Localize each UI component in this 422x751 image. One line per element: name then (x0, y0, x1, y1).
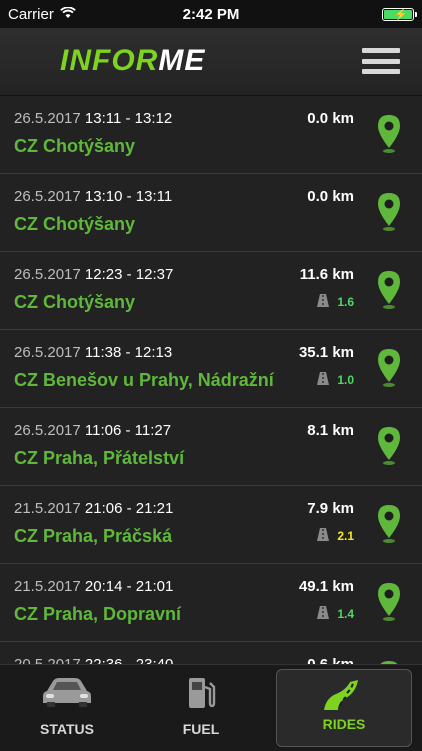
ride-time: 11:06 - 11:27 (84, 422, 172, 439)
ride-score: 1.4 (315, 604, 354, 623)
ride-datetime: 21.5.2017 20:14 - 21:01 (14, 578, 173, 595)
ride-score-value: 2.1 (337, 528, 354, 543)
tab-status[interactable]: STATUS (0, 665, 134, 751)
car-icon (41, 675, 93, 714)
ride-score: 2.1 (315, 526, 354, 545)
ride-distance: 7.9 km (307, 500, 354, 517)
map-pin-icon[interactable] (376, 582, 402, 622)
tab-label-rides: RIDES (322, 716, 366, 732)
ride-score-value: 1.4 (337, 606, 354, 621)
ride-distance: 0.0 km (307, 188, 354, 205)
ride-time: 20:14 - 21:01 (84, 578, 174, 595)
tab-fuel[interactable]: FUEL (134, 665, 268, 751)
ride-time: 13:10 - 13:11 (84, 188, 173, 205)
ride-row[interactable]: 21.5.2017 21:06 - 21:21 CZ Praha, Práčsk… (0, 486, 422, 564)
ride-row[interactable]: 26.5.2017 13:11 - 13:12 CZ Chotýšany 0.0… (0, 96, 422, 174)
battery-icon: ⚡ (382, 7, 417, 21)
ride-place: CZ Praha, Práčská (14, 526, 173, 546)
wifi-icon (60, 5, 76, 23)
map-pin-icon[interactable] (376, 114, 402, 154)
ride-datetime: 26.5.2017 13:10 - 13:11 (14, 188, 172, 205)
ride-place: CZ Chotýšany (14, 136, 136, 156)
ride-place: CZ Praha, Dopravní (14, 604, 182, 624)
ride-date: 21.5.2017 (14, 500, 81, 517)
ride-distance: 0.0 km (307, 110, 354, 127)
ride-place: CZ Benešov u Prahy, Nádražní (14, 370, 274, 390)
ride-date: 26.5.2017 (14, 344, 81, 361)
ride-row[interactable]: 26.5.2017 13:10 - 13:11 CZ Chotýšany 0.0… (0, 174, 422, 252)
ride-score-value: 1.6 (337, 294, 354, 309)
ride-date: 26.5.2017 (14, 188, 81, 205)
ride-score: 1.0 (315, 370, 354, 389)
ride-distance: 8.1 km (307, 422, 354, 439)
rides-list: 26.5.2017 13:11 - 13:12 CZ Chotýšany 0.0… (0, 96, 422, 664)
ride-row[interactable]: 26.5.2017 11:38 - 12:13 CZ Benešov u Pra… (0, 330, 422, 408)
ride-row[interactable]: 20.5.2017 22:36 - 23:40 0.6 km (0, 642, 422, 664)
logo-text-left: INFOR (60, 44, 159, 77)
road-bump-icon (315, 370, 331, 389)
ride-time: 11:38 - 12:13 (84, 344, 173, 361)
ride-distance: 11.6 km (299, 266, 354, 283)
app-logo: INFORME (60, 44, 205, 78)
logo-text-right: ME (158, 44, 206, 77)
ride-row[interactable]: 26.5.2017 11:06 - 11:27 CZ Praha, Přátel… (0, 408, 422, 486)
road-bump-icon (315, 526, 331, 545)
ride-row[interactable]: 26.5.2017 12:23 - 12:37 CZ Chotýšany 11.… (0, 252, 422, 330)
hamburger-menu-icon[interactable] (362, 48, 400, 74)
road-bump-icon (315, 292, 331, 311)
ride-score-value: 1.0 (337, 372, 354, 387)
map-pin-icon[interactable] (376, 192, 402, 232)
ride-row[interactable]: 21.5.2017 20:14 - 21:01 CZ Praha, Doprav… (0, 564, 422, 642)
app-header: INFORME (0, 28, 422, 96)
tab-label-fuel: FUEL (182, 721, 220, 737)
road-bump-icon (315, 604, 331, 623)
charging-icon: ⚡ (394, 8, 408, 21)
ride-time: 12:23 - 12:37 (84, 266, 174, 283)
ride-place: CZ Praha, Přátelství (14, 448, 185, 468)
status-bar: Carrier 2:42 PM ⚡ (0, 0, 422, 28)
ride-time: 22:36 - 23:40 (85, 656, 173, 664)
ride-time: 21:06 - 21:21 (84, 500, 174, 517)
map-pin-icon[interactable] (376, 348, 402, 388)
map-pin-icon[interactable] (376, 504, 402, 544)
ride-date: 21.5.2017 (14, 578, 81, 595)
ride-time: 13:11 - 13:12 (84, 110, 173, 127)
ride-place: CZ Chotýšany (14, 292, 136, 312)
ride-datetime: 26.5.2017 12:23 - 12:37 (14, 266, 173, 283)
tab-rides[interactable]: RIDES (276, 669, 412, 747)
ride-datetime: 21.5.2017 21:06 - 21:21 (14, 500, 173, 517)
map-pin-icon[interactable] (376, 426, 402, 466)
ride-datetime: 26.5.2017 11:06 - 11:27 (14, 422, 171, 439)
tab-bar: STATUS FUEL RIDES (0, 664, 422, 751)
carrier-label: Carrier (8, 5, 54, 23)
carrier-group: Carrier (8, 6, 76, 23)
fuel-pump-icon (186, 675, 216, 716)
ride-datetime: 26.5.2017 11:38 - 12:13 (14, 344, 172, 361)
ride-score: 1.6 (315, 292, 354, 311)
road-icon (320, 676, 368, 717)
ride-distance: 49.1 km (298, 578, 354, 595)
ride-distance: 35.1 km (298, 344, 354, 361)
ride-distance: 0.6 km (307, 656, 354, 664)
map-pin-icon[interactable] (376, 270, 402, 310)
ride-date: 26.5.2017 (14, 110, 81, 127)
ride-datetime: 26.5.2017 13:11 - 13:12 (14, 110, 172, 127)
ride-date: 20.5.2017 (14, 656, 81, 664)
ride-date: 26.5.2017 (14, 266, 81, 283)
ride-datetime: 20.5.2017 22:36 - 23:40 (14, 656, 173, 664)
ride-date: 26.5.2017 (14, 422, 81, 439)
tab-label-status: STATUS (40, 721, 94, 737)
ride-place: CZ Chotýšany (14, 214, 136, 234)
